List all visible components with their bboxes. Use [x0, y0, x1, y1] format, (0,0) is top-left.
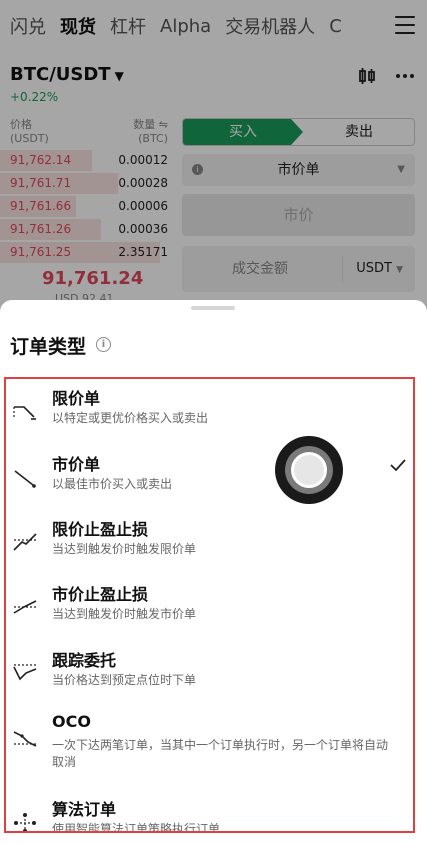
order-type-name: 跟踪委托 — [52, 651, 117, 670]
order-type-sheet: 订单类型 i 限价单以特定或更优价格买入或卖出市价单以最佳市价买入或卖出限价止盈… — [0, 300, 427, 844]
order-type-description: 以特定或更优价格买入或卖出 — [52, 411, 209, 425]
order-type-description: 使用智能算法订单策略执行订单 — [52, 822, 221, 833]
order-type-options: 限价单以特定或更优价格买入或卖出市价单以最佳市价买入或卖出限价止盈止损当达到触发… — [4, 377, 415, 833]
order-type-description: 一次下达两笔订单，当其中一个订单执行时，另一个订单将自动取消 — [52, 738, 389, 769]
order-type-description: 以最佳市价买入或卖出 — [52, 477, 173, 491]
order-type-description: 当价格达到预定点位时下单 — [52, 673, 197, 687]
limit-order-icon — [12, 399, 38, 425]
order-type-option[interactable]: 市价单以最佳市价买入或卖出 — [6, 451, 413, 515]
order-type-option[interactable]: 限价止盈止损当达到触发价时触发限价单 — [6, 516, 413, 580]
order-type-name: 市价止盈止损 — [52, 585, 149, 604]
algo-order-icon — [12, 810, 38, 831]
order-type-option[interactable]: 市价止盈止损当达到触发价时触发市价单 — [6, 581, 413, 645]
order-type-name: 市价单 — [52, 455, 101, 474]
touch-cursor-indicator — [275, 436, 343, 504]
market-tp-sl-icon — [12, 595, 38, 621]
order-type-option[interactable]: OCO 一次下达两笔订单，当其中一个订单执行时，另一个订单将自动取消 — [6, 712, 413, 776]
market-order-icon — [12, 465, 38, 491]
order-type-option[interactable]: 限价单以特定或更优价格买入或卖出 — [6, 385, 413, 449]
limit-tp-sl-icon — [12, 530, 38, 556]
order-type-description: 当达到触发价时触发市价单 — [52, 607, 197, 621]
sheet-drag-handle[interactable] — [191, 306, 235, 310]
order-type-name: 限价单 — [52, 389, 101, 408]
order-type-option[interactable]: 跟踪委托当价格达到预定点位时下单 — [6, 647, 413, 711]
order-type-description: 当达到触发价时触发限价单 — [52, 542, 197, 556]
order-type-name: OCO — [52, 712, 91, 731]
trailing-order-icon — [12, 661, 38, 687]
order-type-option[interactable]: 算法订单使用智能算法订单策略执行订单 — [6, 796, 413, 833]
sheet-title: 订单类型 — [10, 336, 87, 358]
checkmark-icon — [389, 456, 407, 474]
order-type-name: 限价止盈止损 — [52, 520, 149, 539]
info-icon[interactable]: i — [96, 337, 111, 352]
oco-icon — [12, 726, 38, 752]
order-type-name: 算法订单 — [52, 800, 117, 819]
